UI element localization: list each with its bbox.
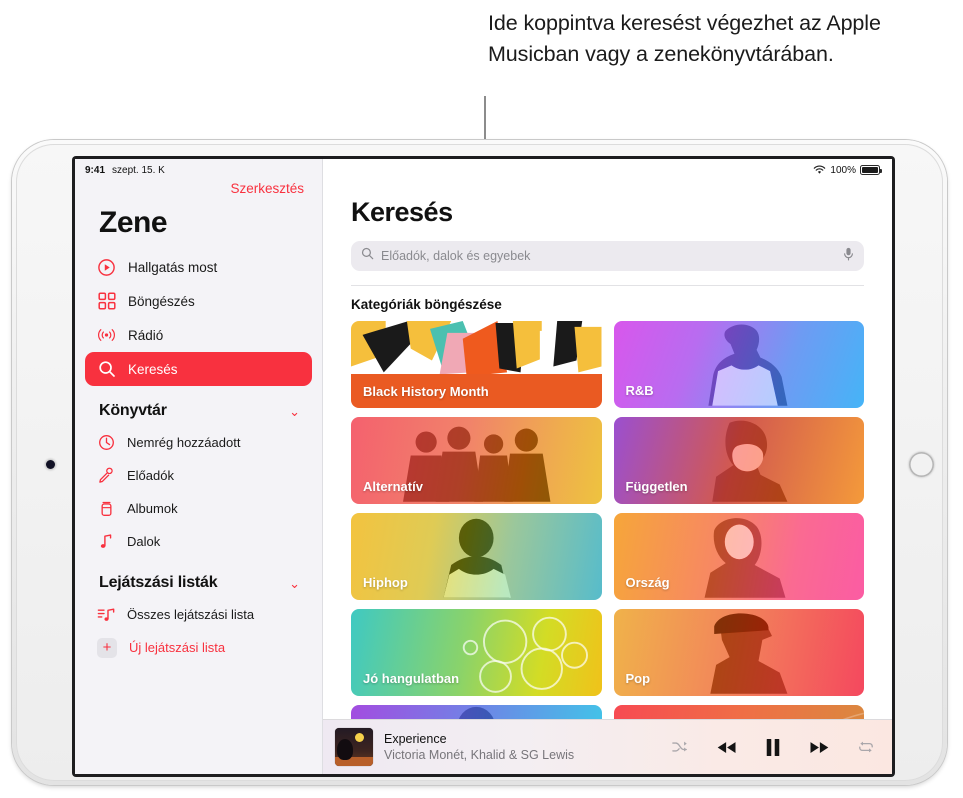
screenshot-root: Ide koppintva keresést végezhet az Apple…	[0, 0, 963, 798]
pause-icon	[766, 738, 780, 756]
playback-controls	[672, 738, 874, 757]
sidebar-item-label: Keresés	[128, 361, 178, 377]
tile-label: Jó hangulatban	[363, 671, 460, 686]
shuffle-icon	[672, 741, 687, 752]
sidebar-item-artists[interactable]: Előadók	[75, 459, 322, 492]
fast-forward-icon	[810, 741, 829, 753]
search-input[interactable]: Előadók, dalok és egyebek	[351, 241, 864, 271]
category-tile[interactable]: Alternatív	[351, 417, 602, 504]
home-button[interactable]	[909, 452, 934, 477]
music-note-icon	[97, 533, 115, 551]
microphone-icon	[97, 467, 115, 485]
sidebar-item-label: Dalok	[127, 534, 161, 549]
tile-label: Pop	[625, 671, 651, 686]
pause-button[interactable]	[765, 738, 781, 757]
track-title: Experience	[384, 732, 447, 746]
chevron-down-icon[interactable]: ⌄	[289, 405, 300, 418]
ipad-device: 9:41 szept. 15. K 100% Szerkesztés Zene …	[12, 140, 947, 785]
new-playlist-button[interactable]: + Új lejátszási lista	[75, 631, 322, 664]
album-icon	[97, 500, 115, 518]
repeat-button[interactable]	[858, 740, 874, 754]
app-title: Zene	[99, 206, 168, 239]
playlists-title: Lejátszási listák	[99, 574, 218, 591]
sidebar-item-radio[interactable]: Rádió	[85, 318, 312, 352]
playlist-icon	[97, 606, 115, 624]
category-tile[interactable]: Black History Month	[351, 321, 602, 408]
callout-text: Ide koppintva keresést végezhet az Apple…	[488, 11, 881, 66]
repeat-icon	[859, 741, 873, 753]
radio-waves-icon	[97, 326, 116, 345]
new-playlist-label: Új lejátszási lista	[129, 640, 226, 655]
sidebar-item-all-playlists[interactable]: Összes lejátszási lista	[75, 598, 322, 631]
shuffle-button[interactable]	[672, 740, 688, 754]
categories-heading: Kategóriák böngészése	[351, 297, 502, 312]
grid-icon	[97, 292, 116, 311]
play-circle-icon	[97, 258, 116, 277]
tile-label: Független	[625, 479, 688, 494]
tile-label: Hiphop	[363, 575, 408, 590]
search-placeholder: Előadók, dalok és egyebek	[381, 249, 531, 263]
category-tiles: Black History Month R&B Alternatív Függe…	[351, 321, 864, 774]
category-tile[interactable]: Ország	[613, 513, 864, 600]
now-playing-bar: Experience Victoria Monét, Khalid & SG L…	[323, 719, 892, 774]
category-tile[interactable]: Független	[613, 417, 864, 504]
plus-icon: +	[97, 637, 117, 658]
category-tile[interactable]: Hiphop	[351, 513, 602, 600]
front-camera	[46, 460, 55, 469]
sidebar-item-label: Előadók	[127, 468, 174, 483]
next-button[interactable]	[809, 740, 830, 755]
search-icon	[361, 247, 374, 265]
playlists-section-header[interactable]: Lejátszási listák ⌄	[75, 558, 322, 598]
clock-icon	[97, 434, 115, 452]
album-artwork[interactable]	[335, 728, 373, 766]
sidebar-item-albums[interactable]: Albumok	[75, 492, 322, 525]
chevron-down-icon[interactable]: ⌄	[289, 577, 300, 590]
edit-row: Szerkesztés	[75, 159, 322, 196]
track-info: Experience Victoria Monét, Khalid & SG L…	[384, 731, 574, 763]
category-tile[interactable]: Jó hangulatban	[351, 609, 602, 696]
tile-label: Ország	[625, 575, 670, 590]
sidebar-item-browse[interactable]: Böngészés	[85, 284, 312, 318]
microphone-icon[interactable]	[843, 247, 854, 266]
sidebar-item-songs[interactable]: Dalok	[75, 525, 322, 558]
search-panel: Keresés Előadók, dalok és egyebek Kategó…	[323, 159, 892, 774]
search-icon	[97, 360, 116, 379]
main-content: Keresés Előadók, dalok és egyebek Kategó…	[323, 159, 892, 774]
sidebar-item-label: Böngészés	[128, 293, 195, 309]
ipad-body: 9:41 szept. 15. K 100% Szerkesztés Zene …	[16, 144, 943, 781]
sidebar-item-label: Nemrég hozzáadott	[127, 435, 241, 450]
tile-label: Alternatív	[363, 479, 423, 494]
sidebar: Szerkesztés Zene Hallgatás most Böngészé…	[75, 159, 323, 774]
tile-artwork	[709, 613, 787, 694]
category-tile[interactable]: R&B	[613, 321, 864, 408]
library-title: Könyvtár	[99, 402, 167, 419]
sidebar-item-label: Hallgatás most	[128, 259, 218, 275]
sidebar-item-recently-added[interactable]: Nemrég hozzáadott	[75, 426, 322, 459]
ipad-screen: 9:41 szept. 15. K 100% Szerkesztés Zene …	[75, 159, 892, 774]
page-title: Keresés	[351, 197, 453, 227]
tile-label: R&B	[625, 383, 654, 398]
sidebar-item-label: Összes lejátszási lista	[127, 607, 255, 622]
screen-bezel: 9:41 szept. 15. K 100% Szerkesztés Zene …	[72, 156, 895, 777]
sidebar-item-label: Albumok	[127, 501, 178, 516]
sidebar-item-listen-now[interactable]: Hallgatás most	[85, 250, 312, 284]
category-tile[interactable]: Pop	[613, 609, 864, 696]
sidebar-item-search[interactable]: Keresés	[85, 352, 312, 386]
sidebar-item-label: Rádió	[128, 327, 164, 343]
primary-nav: Hallgatás most Böngészés Rádió Keresés	[75, 250, 322, 386]
library-section-header[interactable]: Könyvtár ⌄	[75, 386, 322, 426]
tile-label: Black History Month	[363, 384, 489, 399]
rewind-icon	[717, 741, 736, 753]
previous-button[interactable]	[716, 740, 737, 755]
edit-button[interactable]: Szerkesztés	[230, 181, 304, 196]
track-artist: Victoria Monét, Khalid & SG Lewis	[384, 748, 575, 762]
